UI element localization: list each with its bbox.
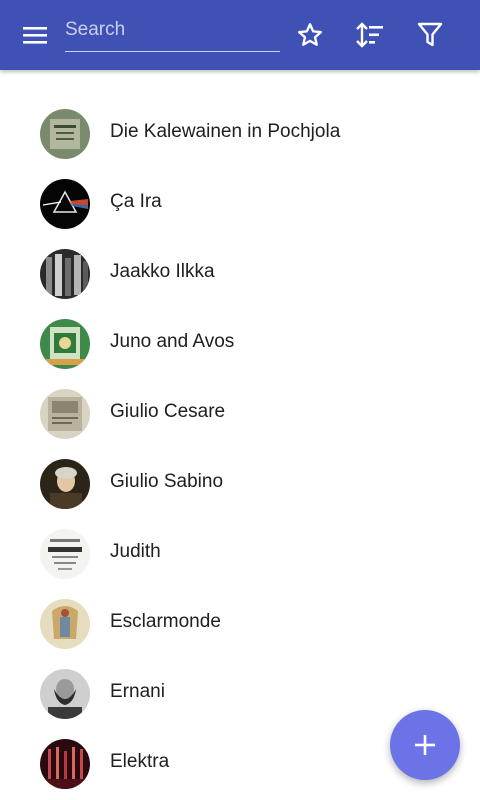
thumbnail-image [40, 599, 90, 649]
item-title: Giulio Sabino [110, 471, 224, 492]
thumbnail-image [40, 249, 90, 299]
plus-icon [415, 735, 435, 755]
thumbnail-image [40, 389, 90, 439]
item-title: Esclarmonde [110, 611, 221, 632]
item-title: Ernani [110, 681, 165, 702]
thumbnail-image [40, 109, 90, 159]
list-item[interactable]: Ça Ira [0, 169, 480, 239]
thumbnail-image [40, 459, 90, 509]
list-item[interactable]: Giulio Sabino [0, 449, 480, 519]
app-bar [0, 0, 480, 70]
thumbnail-image [40, 319, 90, 369]
list-item[interactable]: Judith [0, 519, 480, 589]
sort-button[interactable] [350, 15, 390, 55]
thumbnail-image [40, 179, 90, 229]
favorites-button[interactable] [290, 15, 330, 55]
search-field[interactable] [65, 14, 280, 52]
thumbnail-image [40, 529, 90, 579]
item-title: Jaakko Ilkka [110, 261, 215, 282]
list-item[interactable]: Jaakko Ilkka [0, 239, 480, 309]
item-title: Die Kalewainen in Pochjola [110, 121, 341, 142]
thumbnail-image [40, 739, 90, 789]
menu-icon [23, 27, 47, 44]
item-list: Die Kalewainen in Pochjola Ça Ira Jaakko… [0, 99, 480, 799]
list-item[interactable]: Die Kalewainen in Pochjola [0, 99, 480, 169]
list-item[interactable]: Esclarmonde [0, 589, 480, 659]
add-button[interactable] [390, 710, 460, 780]
item-title: Elektra [110, 751, 170, 772]
thumbnail-image [40, 669, 90, 719]
item-title: Juno and Avos [110, 331, 235, 352]
item-title: Judith [110, 541, 161, 562]
sort-icon [356, 22, 383, 48]
item-title: Ça Ira [110, 191, 162, 212]
list-item[interactable]: Juno and Avos [0, 309, 480, 379]
star-icon [297, 23, 323, 46]
menu-button[interactable] [15, 15, 55, 55]
search-input[interactable] [65, 14, 280, 51]
item-title: Giulio Cesare [110, 401, 226, 422]
list-item[interactable]: Giulio Cesare [0, 379, 480, 449]
filter-icon [417, 22, 443, 47]
filter-button[interactable] [410, 15, 450, 55]
